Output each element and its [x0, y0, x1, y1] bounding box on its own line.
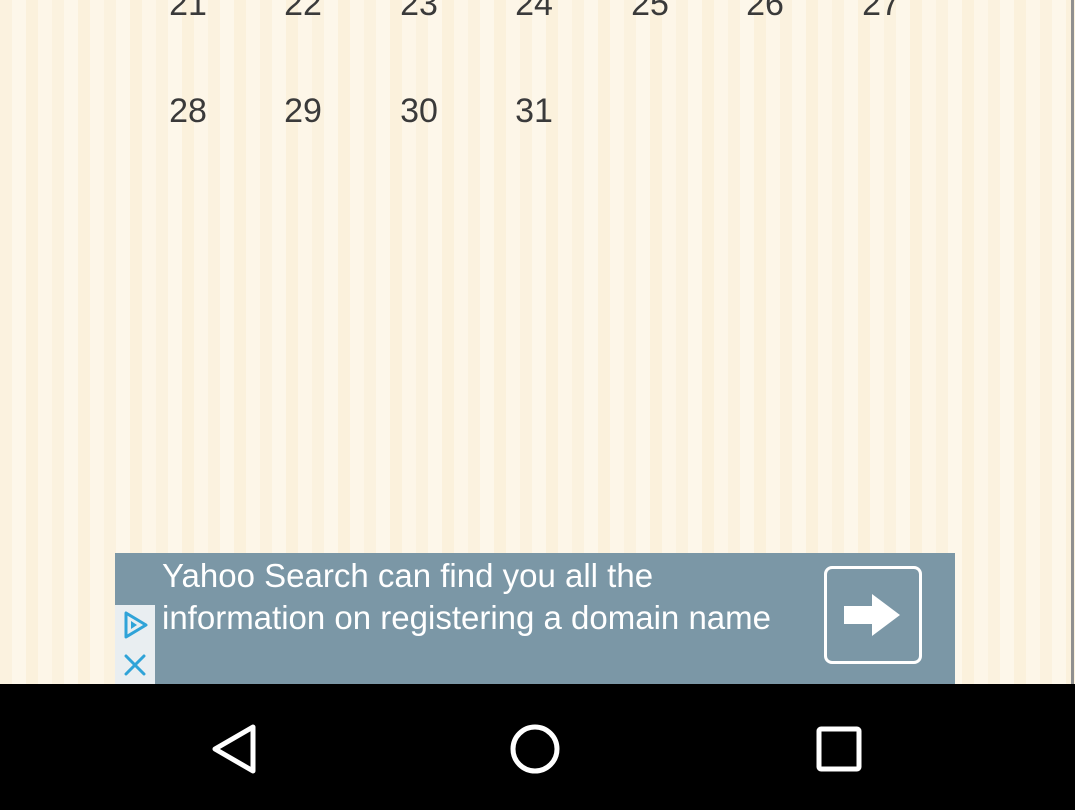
calendar-week-row: 28 29 30 31 [0, 86, 1075, 136]
adchoices-play-icon[interactable] [115, 605, 155, 645]
system-navigation-bar [0, 684, 1075, 810]
calendar-day[interactable]: 27 [841, 0, 921, 29]
calendar-day[interactable]: 25 [610, 0, 690, 29]
close-icon[interactable] [115, 645, 155, 684]
recents-button[interactable] [807, 717, 871, 781]
back-button[interactable] [202, 717, 266, 781]
calendar-day[interactable]: 24 [494, 0, 574, 29]
home-circle-icon [510, 724, 560, 774]
screen: 21 22 23 24 25 26 27 28 29 30 31 Yahoo S… [0, 0, 1075, 810]
calendar-day[interactable]: 22 [263, 0, 343, 29]
arrow-right-icon [844, 594, 900, 636]
ad-text[interactable]: Yahoo Search can find you all the inform… [162, 555, 812, 639]
calendar-day[interactable]: 30 [379, 86, 459, 136]
calendar-day[interactable]: 26 [725, 0, 805, 29]
ad-cta-arrow-button[interactable] [824, 566, 922, 664]
recents-square-icon [816, 726, 862, 772]
calendar-day[interactable]: 28 [148, 86, 228, 136]
home-button[interactable] [503, 717, 567, 781]
back-triangle-icon [212, 724, 256, 774]
calendar-day[interactable]: 23 [379, 0, 459, 29]
scrollbar[interactable] [1071, 0, 1074, 684]
calendar-day[interactable]: 31 [494, 86, 574, 136]
calendar-day[interactable]: 21 [148, 0, 228, 29]
ad-banner[interactable]: Yahoo Search can find you all the inform… [115, 553, 955, 684]
calendar-day[interactable]: 29 [263, 86, 343, 136]
calendar-week-row: 21 22 23 24 25 26 27 [0, 0, 1075, 29]
